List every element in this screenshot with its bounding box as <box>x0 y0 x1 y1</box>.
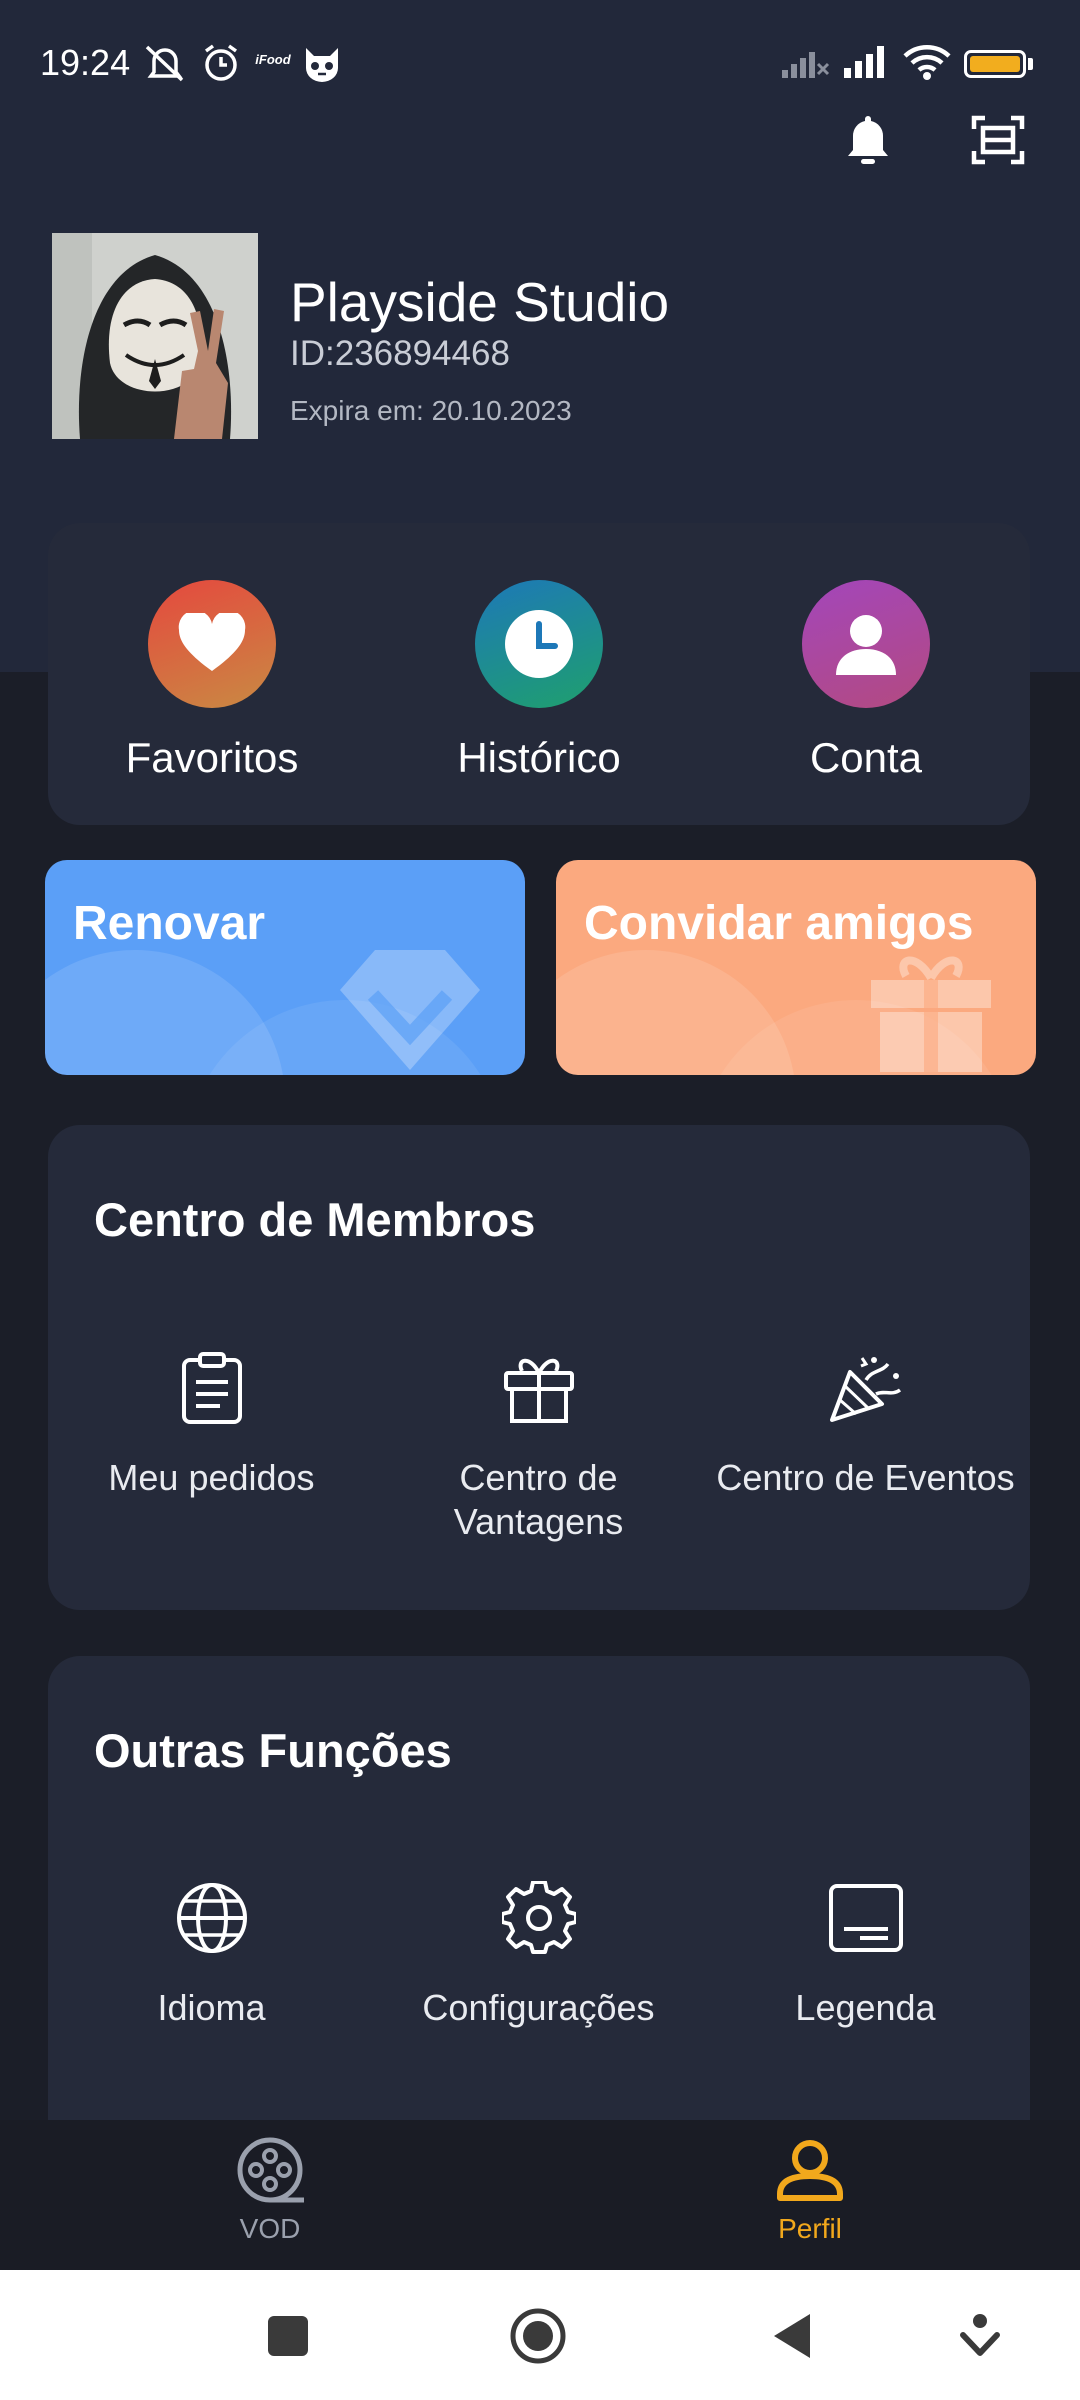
recents-icon <box>268 2316 308 2356</box>
gift-icon <box>871 956 991 1072</box>
subtitle-icon <box>828 1884 903 1952</box>
settings-icon-wrap <box>375 1876 702 1960</box>
status-bar: 19:24 iFood <box>0 0 1080 120</box>
benefits-center-button[interactable]: Centro de Vantagens <box>375 1346 702 1544</box>
my-orders-button[interactable]: Meu pedidos <box>48 1346 375 1500</box>
profile-expiry: Expira em: 20.10.2023 <box>290 395 572 426</box>
globe-icon <box>176 1883 247 1953</box>
favorites-label: Favoritos <box>125 734 299 781</box>
benefits-center-label: Centro de Vantagens <box>453 1457 624 1542</box>
invite-friends-title: Convidar amigos <box>584 897 974 950</box>
back-button[interactable] <box>762 2306 822 2366</box>
diamond-icon <box>340 950 480 1070</box>
user-icon <box>836 615 896 675</box>
history-label: Histórico <box>457 734 621 781</box>
favorites-button[interactable]: Favoritos <box>62 580 362 782</box>
heart-icon <box>178 613 246 671</box>
dropdown-button[interactable] <box>950 2306 1010 2366</box>
history-circle <box>475 580 603 708</box>
subtitles-icon-wrap <box>702 1876 1029 1960</box>
signal-off-icon <box>782 52 830 78</box>
status-time: 19:24 <box>40 42 131 83</box>
wifi-icon <box>903 45 951 80</box>
member-center-title: Centro de Membros <box>94 1193 536 1246</box>
profile-name: Playside Studio <box>290 271 670 333</box>
nav-profile-label: Perfil <box>778 2213 842 2244</box>
avatar-image <box>52 233 258 439</box>
invite-friends-banner[interactable]: Convidar amigos <box>556 860 1036 1075</box>
account-circle <box>802 580 930 708</box>
scan-icon <box>971 115 1025 165</box>
party-popper-icon <box>829 1357 901 1422</box>
notifications-button[interactable] <box>836 108 900 172</box>
nav-vod[interactable]: VOD <box>170 2134 370 2245</box>
benefits-center-icon-wrap <box>375 1346 702 1430</box>
mute-icon <box>145 45 184 82</box>
dropdown-icon <box>960 2314 1000 2356</box>
home-icon <box>510 2308 566 2364</box>
alarm-icon <box>204 44 238 81</box>
bottom-navigation: VOD Perfil <box>0 2120 1080 2270</box>
settings-label: Configurações <box>422 1987 655 2028</box>
battery-icon <box>964 50 1026 78</box>
scan-button[interactable] <box>966 108 1030 172</box>
events-center-icon-wrap <box>702 1346 1029 1430</box>
recents-button[interactable] <box>258 2306 318 2366</box>
battery-tip <box>1028 58 1033 70</box>
account-label: Conta <box>809 734 923 781</box>
subtitles-label: Legenda <box>795 1987 936 2028</box>
language-label: Idioma <box>157 1987 266 2028</box>
signal-icon <box>844 46 884 78</box>
language-icon-wrap <box>48 1876 375 1960</box>
account-button[interactable]: Conta <box>716 580 1016 782</box>
film-reel-icon <box>237 2137 304 2203</box>
gift-box-icon <box>503 1358 574 1423</box>
battery-level <box>970 56 1020 72</box>
my-orders-label: Meu pedidos <box>108 1457 315 1498</box>
avatar[interactable] <box>52 233 258 439</box>
other-functions-title: Outras Funções <box>94 1724 452 1777</box>
profile-icon <box>777 2140 843 2201</box>
settings-button[interactable]: Configurações <box>375 1876 702 2030</box>
my-orders-icon-wrap <box>48 1346 375 1430</box>
nav-profile[interactable]: Perfil <box>710 2134 910 2245</box>
clock-icon <box>505 610 573 678</box>
ifood-text: iFood <box>255 52 291 67</box>
subtitles-button[interactable]: Legenda <box>702 1876 1029 2030</box>
bell-icon <box>848 116 888 164</box>
history-button[interactable]: Histórico <box>389 580 689 782</box>
back-icon <box>774 2314 810 2358</box>
home-button[interactable] <box>508 2306 568 2366</box>
language-button[interactable]: Idioma <box>48 1876 375 2030</box>
favorites-circle <box>148 580 276 708</box>
system-navigation <box>0 2270 1080 2400</box>
events-center-button[interactable]: Centro de Eventos <box>702 1346 1029 1500</box>
events-center-label: Centro de Eventos <box>716 1457 1015 1498</box>
profile-id: ID:236894468 <box>290 334 510 373</box>
clipboard-icon <box>181 1352 242 1424</box>
gear-icon <box>501 1881 576 1954</box>
ifood-icon: iFood <box>255 52 291 67</box>
renew-banner[interactable]: Renovar <box>45 860 525 1075</box>
cat-app-icon <box>306 48 338 82</box>
renew-title: Renovar <box>73 897 266 950</box>
nav-vod-label: VOD <box>239 2213 301 2244</box>
